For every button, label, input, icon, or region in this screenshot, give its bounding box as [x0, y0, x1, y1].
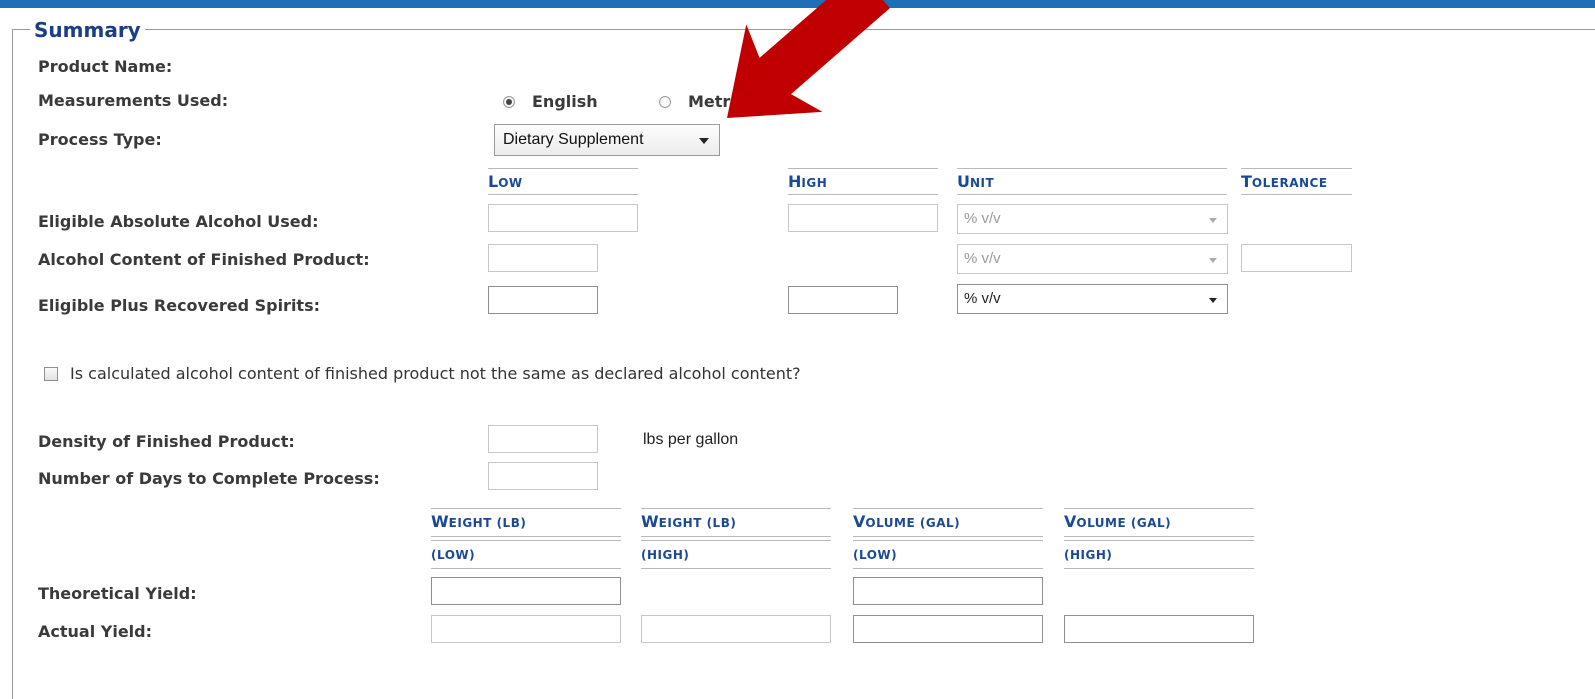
- red-arrow-annotation-icon: [727, 0, 890, 118]
